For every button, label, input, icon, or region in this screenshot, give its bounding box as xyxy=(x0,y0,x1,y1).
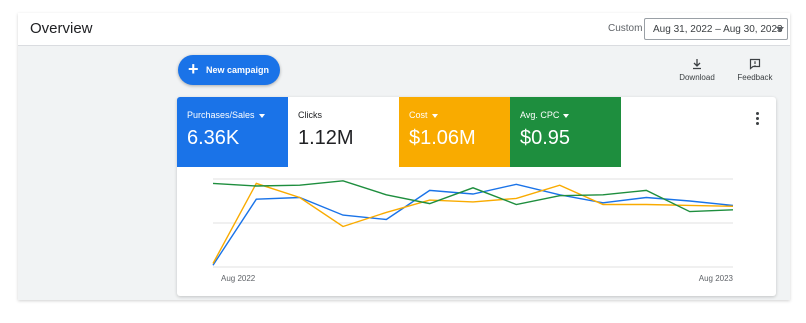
page-title: Overview xyxy=(30,20,93,37)
download-icon xyxy=(693,59,701,70)
date-range-picker[interactable]: Aug 31, 2022 – Aug 30, 2023 xyxy=(644,18,788,40)
metric-label: Purchases/Sales xyxy=(187,109,288,121)
date-preset-label: Custom xyxy=(608,23,643,34)
metric-tile-cost[interactable]: Cost $1.06M xyxy=(399,97,510,167)
more-options-icon[interactable] xyxy=(756,112,760,127)
overview-panel: Overview Custom Aug 31, 2022 – Aug 30, 2… xyxy=(18,13,790,300)
feedback-button[interactable]: Feedback xyxy=(730,58,780,82)
feedback-label: Feedback xyxy=(737,73,773,82)
metric-label: Avg. CPC xyxy=(520,109,621,121)
metric-value: $0.95 xyxy=(520,127,571,149)
plus-icon: + xyxy=(188,59,199,79)
x-axis-label-end: Aug 2023 xyxy=(699,274,734,283)
performance-chart: Aug 2022 Aug 2023 xyxy=(212,178,734,283)
metric-label: Clicks xyxy=(298,110,322,120)
metric-value: 6.36K xyxy=(187,127,240,149)
feedback-icon xyxy=(749,58,761,70)
new-campaign-label: New campaign xyxy=(206,65,270,75)
series-line-2 xyxy=(212,180,734,213)
dropdown-arrow-icon xyxy=(258,113,265,118)
dropdown-arrow-icon xyxy=(431,113,438,118)
dropdown-arrow-icon xyxy=(563,113,570,118)
performance-card: Purchases/Sales 6.36K Clicks 1.12M Cost … xyxy=(177,97,776,296)
metric-tile-avg-cpc[interactable]: Avg. CPC $0.95 xyxy=(510,97,621,167)
metric-value: 1.12M xyxy=(298,127,354,149)
new-campaign-button[interactable]: + New campaign xyxy=(178,55,280,85)
x-axis-label-start: Aug 2022 xyxy=(221,274,256,283)
top-bar: Overview Custom Aug 31, 2022 – Aug 30, 2… xyxy=(18,13,790,46)
series-line-0 xyxy=(212,183,734,266)
metric-tile-purchases[interactable]: Purchases/Sales 6.36K xyxy=(177,97,288,167)
metric-value: $1.06M xyxy=(409,127,476,149)
date-range-value: Aug 31, 2022 – Aug 30, 2023 xyxy=(653,24,783,35)
metric-tile-clicks[interactable]: Clicks 1.12M xyxy=(288,97,399,167)
download-button[interactable]: Download xyxy=(672,58,722,82)
chevron-down-icon xyxy=(776,27,784,32)
metric-label: Cost xyxy=(409,109,510,121)
download-label: Download xyxy=(679,73,715,82)
